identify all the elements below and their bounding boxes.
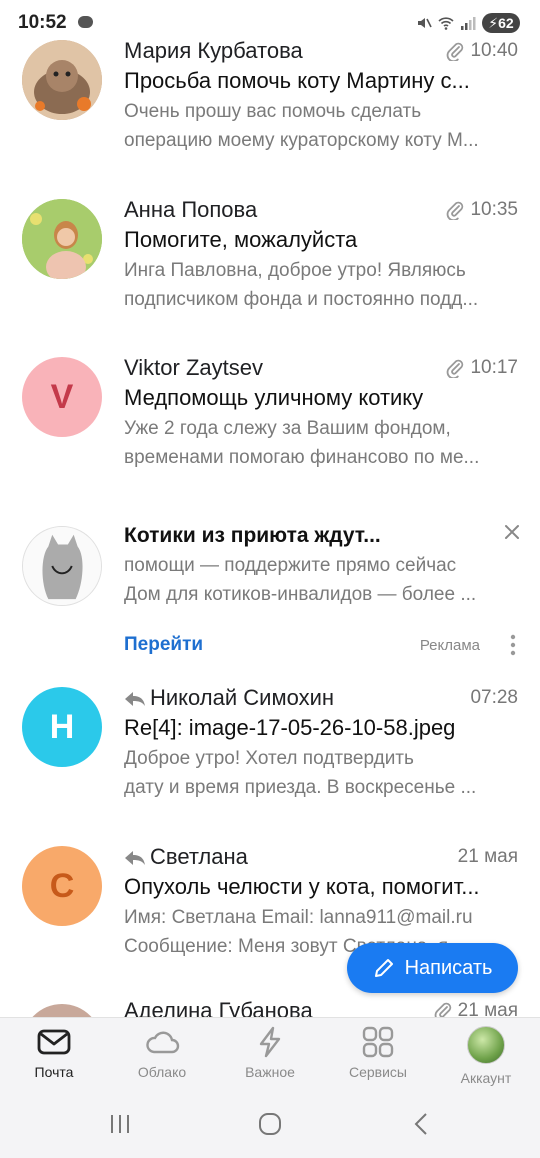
email-subject: Re[4]: image-17-05-26-10-58.jpeg	[124, 715, 456, 740]
cloud-icon	[146, 1031, 180, 1054]
sender-name: Светлана	[124, 844, 248, 870]
wifi-icon	[438, 17, 454, 30]
email-item[interactable]: Анна Попова 10:35 Помогите, можалуйста И…	[0, 197, 540, 355]
ad-description: помощи — поддержите прямо сейчас Дом для …	[124, 555, 477, 605]
compose-button[interactable]: Написать	[347, 943, 518, 993]
lightning-icon	[259, 1026, 281, 1058]
ad-title: Котики из приюта ждут...	[124, 524, 381, 547]
cat-sketch-avatar	[23, 527, 101, 605]
email-preview: Инга Павловна, доброе утро! Являюсь подпи…	[124, 260, 479, 310]
signal-icon	[461, 17, 476, 30]
email-time: 10:35	[446, 199, 518, 221]
nav-label: Сервисы	[348, 1064, 407, 1080]
grid-icon	[362, 1026, 394, 1058]
sender-name: Viktor Zaytsev	[124, 355, 263, 380]
email-item[interactable]: Аделина Губанова 21 мая	[0, 1000, 540, 1017]
reply-icon	[125, 851, 145, 866]
email-subject: Помогите, можалуйста	[124, 227, 358, 252]
nav-important[interactable]: Важное	[220, 1026, 320, 1080]
ad-label: Реклама	[419, 637, 480, 654]
avatar: С	[22, 846, 102, 926]
email-subject: Медпомощь уличному котику	[124, 385, 424, 410]
attachment-icon	[447, 42, 464, 61]
avatar	[22, 526, 102, 606]
email-time: 21 мая	[457, 846, 518, 867]
email-time: 07:28	[470, 687, 518, 708]
avatar: V	[22, 357, 102, 437]
mute-icon	[418, 18, 432, 28]
nav-label: Почта	[34, 1064, 74, 1080]
attachment-icon	[434, 1002, 451, 1017]
sender-name: Николай Симохин	[124, 685, 334, 711]
nav-mail[interactable]: Почта	[4, 1026, 104, 1080]
compose-label: Написать	[404, 956, 493, 979]
email-subject: Просьба помочь коту Мартину с...	[124, 68, 470, 93]
email-item[interactable]: V Viktor Zaytsev 10:17 Медпомощь уличном…	[0, 355, 540, 513]
account-avatar	[467, 1026, 505, 1064]
home-icon[interactable]	[258, 1112, 282, 1136]
nav-account[interactable]: Аккаунт	[436, 1026, 536, 1086]
email-item[interactable]: Н Николай Симохин 07:28 Re[4]: image-17-…	[0, 685, 540, 843]
attachment-icon	[447, 359, 464, 378]
email-time: 10:17	[446, 357, 518, 379]
reply-icon	[125, 692, 145, 707]
sender-name: Анна Попова	[124, 197, 258, 222]
avatar	[22, 199, 102, 279]
email-subject: Опухоль челюсти у кота, помогит...	[124, 874, 480, 899]
cat-photo-avatar	[22, 40, 102, 120]
system-nav-bar	[0, 1092, 540, 1158]
avatar	[22, 1004, 102, 1017]
more-icon[interactable]	[510, 634, 516, 656]
email-time: 21 мая	[434, 1000, 518, 1017]
nav-label: Важное	[245, 1064, 295, 1080]
nav-label: Облако	[137, 1064, 187, 1080]
back-icon[interactable]	[410, 1112, 434, 1136]
close-icon[interactable]	[502, 522, 522, 542]
nav-services[interactable]: Сервисы	[328, 1026, 428, 1080]
status-time: 10:52	[18, 12, 67, 33]
sender-name: Аделина Губанова	[124, 1000, 313, 1017]
nav-cloud[interactable]: Облако	[112, 1026, 212, 1080]
email-preview: Доброе утро! Хотел подтвердить дату и вре…	[124, 748, 477, 798]
email-preview: Уже 2 года слежу за Вашим фондом, времена…	[124, 418, 480, 468]
email-time: 10:40	[446, 40, 518, 62]
sender-name: Мария Курбатова	[124, 38, 303, 63]
battery-indicator: ⚡ 62	[482, 13, 520, 33]
recent-apps-icon[interactable]	[108, 1112, 132, 1136]
avatar	[22, 40, 102, 120]
nav-label: Аккаунт	[460, 1070, 512, 1086]
ad-go-link[interactable]: Перейти	[124, 634, 203, 656]
avatar: Н	[22, 687, 102, 767]
email-item[interactable]: Мария Курбатова 10:40 Просьба помочь кот…	[0, 38, 540, 196]
status-icons: ⚡ 62	[416, 13, 520, 33]
mail-icon	[37, 1029, 71, 1055]
bottom-nav: Почта Облако Важное Сервисы Аккаунт	[0, 1017, 540, 1092]
pencil-icon	[374, 959, 393, 977]
woman-photo-avatar	[22, 199, 102, 279]
email-preview: Очень прошу вас помочь сделать операцию м…	[124, 101, 479, 151]
chat-notification-icon	[78, 16, 93, 28]
attachment-icon	[447, 201, 464, 220]
ad-item[interactable]: Котики из приюта ждут... помощи — поддер…	[0, 520, 540, 665]
